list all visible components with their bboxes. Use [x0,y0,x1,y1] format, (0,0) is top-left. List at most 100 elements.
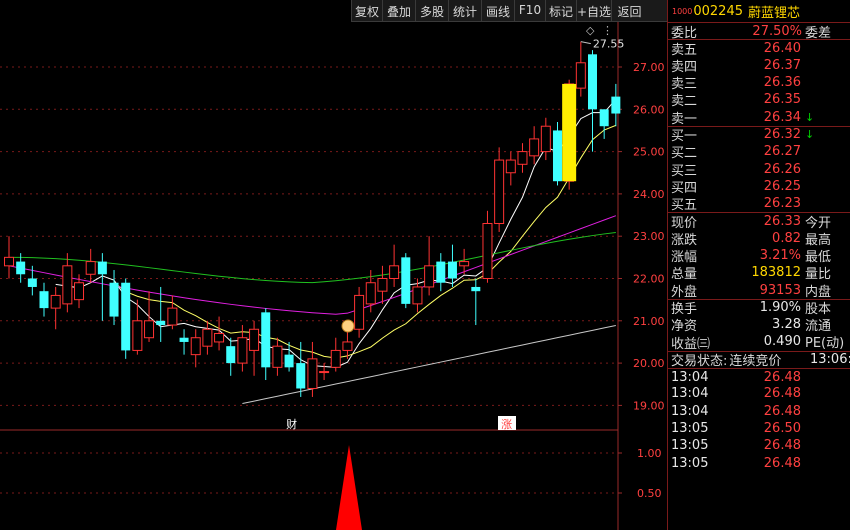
candle-body-down [436,261,446,283]
price-tick-label: 21.00 [633,315,665,328]
candle-body-up [529,138,540,157]
candle-body-down [109,282,119,317]
chart-toolbar: 复权 叠加 多股 统计 画线 F10 标记 +自选 返回 [351,0,667,22]
bid-row: 买三 26.26 [668,160,850,179]
price-tick-label: 20.00 [633,357,665,370]
volume-tick-label: 1.00 [637,447,662,460]
bid-row: 买二 26.27 [668,143,850,161]
tick-price: 26.48 [763,369,801,385]
tick-row: 13:04 26.48 [668,403,850,420]
bid-label: 买四 [671,180,698,196]
ask-row: 卖一 26.34 ↓ [668,108,850,127]
volume-tick-label: 0.50 [637,487,662,500]
candle-body-up [144,320,155,339]
candle-body-up [167,307,178,326]
candle-body-up [307,358,318,389]
menu-dots-icon: ⋮ [602,24,613,37]
stat-value: 183812 [751,265,801,281]
stat-label: 涨幅 [671,250,698,266]
stock-prefix: 1000 [672,6,693,16]
candle-body-up [412,286,423,305]
candle-body-up [424,265,435,288]
bid-price: 26.23 [763,196,801,212]
stat-row: 外盘 93153 内盘 [668,281,850,300]
stat-row: 涨幅 3.21% 最低 [668,247,850,266]
stat-value: 1.90% [759,300,801,316]
toolbar-button-3[interactable]: 统计 [448,0,481,21]
tick-price: 26.48 [763,455,801,471]
event-marker: 涨 [501,418,512,431]
candle-body-up [62,265,73,305]
candle-body-down [296,363,306,389]
stat-right-label: PE(动) [805,336,845,352]
candle-body-down [611,96,621,114]
tick-time: 13:04 [671,403,709,419]
toolbar-button-1[interactable]: 叠加 [382,0,415,21]
ask-row: 卖四 26.37 [668,57,850,75]
price-tick-label: 22.00 [633,273,665,286]
weibi-label: 委比 [671,25,698,41]
candle-body-down [552,130,562,182]
toolbar-button-6[interactable]: 标记 [545,0,576,21]
stat-value: 93153 [759,282,801,298]
toolbar-button-0[interactable]: 复权 [351,0,382,21]
stat-row: 现价 26.33 今开 [668,212,850,231]
candle-body-up [272,345,283,368]
stock-code: 002245 [693,3,743,19]
money-bag-icon [341,319,355,333]
trade-status: 连续竞价 [729,354,782,370]
candle-body-up [342,341,353,351]
toolbar-button-5[interactable]: F10 [514,0,545,21]
candle-body-up [517,151,528,165]
candle-body-down [16,261,26,275]
stat-row: 净资 3.28 流通 [668,316,850,334]
stat-row: 总量 183812 量比 [668,264,850,283]
bid-price: 26.32 [763,127,801,143]
ask-price: 26.40 [763,40,801,56]
tick-row: 13:05 26.50 [668,420,850,437]
candle-body-up [214,332,225,343]
candle-body-up [505,159,516,174]
candle-body-down [599,109,609,127]
tick-price: 26.50 [763,420,801,436]
price-tick-label: 27.00 [633,61,665,74]
toolbar-button-7[interactable]: +自选 [576,0,611,21]
toolbar-button-4[interactable]: 画线 [481,0,514,21]
stock-title: 1000 002245 蔚蓝锂芯 [668,0,850,22]
candle-body-up [50,294,61,309]
tick-time: 13:04 [671,386,709,402]
price-tick-label: 24.00 [633,188,665,201]
stat-value: 0.82 [772,230,801,246]
stat-right-label: 内盘 [805,284,832,300]
trade-time: 13:06: [810,352,850,368]
candle-body-up [4,256,14,267]
bid-row: 买四 26.25 [668,178,850,196]
candle-body-down [156,320,166,326]
max-price-label: 27.55 [593,38,625,51]
candle-body-up [249,328,260,351]
ask-label: 卖四 [671,59,698,75]
kline-chart[interactable]: 27.00 26.00 25.00 24.00 23.00 22.00 21.00 20.00… [0,22,667,530]
tick-price: 26.48 [763,438,801,454]
candle-body-up [132,320,143,351]
stat-right-label: 最高 [805,232,832,248]
stat-row: 换手 1.90% 股本 [668,298,850,317]
candle-body-down [401,257,411,304]
candle-body-up [354,294,365,330]
price-tick-label: 23.00 [633,230,665,243]
candle-body-down [471,286,481,292]
toolbar-button-8[interactable]: 返回 [611,0,647,21]
weibi-value: 27.50% [752,23,802,39]
candle-body-down [284,354,294,368]
bid-price: 26.26 [763,161,801,177]
tick-row: 13:04 26.48 [668,385,850,402]
price-tick-label: 25.00 [633,146,665,159]
tick-price: 26.48 [763,403,801,419]
toolbar-button-2[interactable]: 多股 [415,0,448,21]
candle-body-down [39,291,49,309]
stat-right-label: 量比 [805,267,832,283]
price-tick-label: 19.00 [633,399,665,412]
tick-time: 13:05 [671,438,709,454]
ask-label: 卖三 [671,77,698,93]
candle-body-up [459,261,470,267]
